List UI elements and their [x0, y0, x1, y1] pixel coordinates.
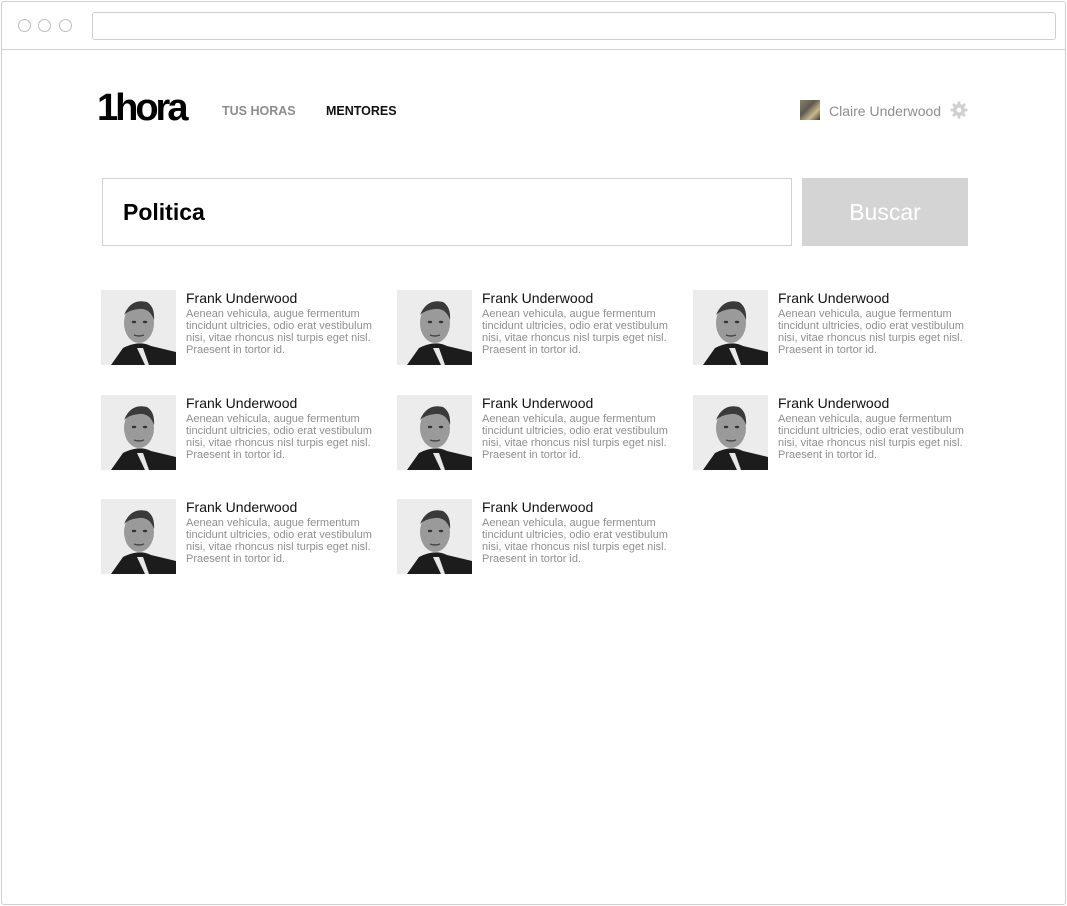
mentor-bio: Aenean vehicula, augue fermentum tincidu…: [778, 413, 964, 461]
mentor-card[interactable]: Frank Underwood Aenean vehicula, augue fe…: [693, 290, 979, 366]
mentor-photo[interactable]: [101, 290, 176, 365]
mentor-bio: Aenean vehicula, augue fermentum tincidu…: [482, 413, 668, 461]
mentor-name[interactable]: Frank Underwood: [186, 395, 297, 411]
mentor-card[interactable]: Frank Underwood Aenean vehicula, augue fe…: [397, 395, 683, 471]
gear-icon[interactable]: [950, 101, 968, 119]
mentor-card[interactable]: Frank Underwood Aenean vehicula, augue fe…: [693, 395, 979, 471]
mentor-card[interactable]: Frank Underwood Aenean vehicula, augue fe…: [101, 499, 387, 575]
browser-chrome: [2, 2, 1065, 50]
mentor-bio: Aenean vehicula, augue fermentum tincidu…: [482, 308, 668, 356]
mentor-photo[interactable]: [101, 395, 176, 470]
mentor-card[interactable]: Frank Underwood Aenean vehicula, augue fe…: [101, 395, 387, 471]
window-close-dot[interactable]: [18, 19, 31, 32]
mentor-name[interactable]: Frank Underwood: [186, 290, 297, 306]
mentor-photo[interactable]: [693, 290, 768, 365]
search-input[interactable]: [102, 178, 792, 246]
mentor-bio: Aenean vehicula, augue fermentum tincidu…: [186, 413, 372, 461]
mentor-bio: Aenean vehicula, augue fermentum tincidu…: [186, 308, 372, 356]
mentor-photo[interactable]: [693, 395, 768, 470]
mentor-photo[interactable]: [397, 290, 472, 365]
window-maximize-dot[interactable]: [59, 19, 72, 32]
mentor-bio: Aenean vehicula, augue fermentum tincidu…: [482, 517, 668, 565]
mentor-card[interactable]: Frank Underwood Aenean vehicula, augue fe…: [397, 499, 683, 575]
mentor-photo[interactable]: [101, 499, 176, 574]
user-avatar[interactable]: [800, 100, 820, 120]
mentor-name[interactable]: Frank Underwood: [482, 499, 593, 515]
mentor-name[interactable]: Frank Underwood: [186, 499, 297, 515]
mentor-name[interactable]: Frank Underwood: [482, 395, 593, 411]
mentor-bio: Aenean vehicula, augue fermentum tincidu…: [778, 308, 964, 356]
app-logo[interactable]: 1hora: [97, 86, 189, 130]
mentor-card[interactable]: Frank Underwood Aenean vehicula, augue fe…: [397, 290, 683, 366]
mentor-name[interactable]: Frank Underwood: [778, 395, 889, 411]
address-bar[interactable]: [92, 12, 1056, 40]
mentor-card[interactable]: Frank Underwood Aenean vehicula, augue fe…: [101, 290, 387, 366]
mentor-name[interactable]: Frank Underwood: [482, 290, 593, 306]
window-minimize-dot[interactable]: [38, 19, 51, 32]
mentor-name[interactable]: Frank Underwood: [778, 290, 889, 306]
mentor-photo[interactable]: [397, 499, 472, 574]
user-name[interactable]: Claire Underwood: [829, 102, 941, 120]
mentor-bio: Aenean vehicula, augue fermentum tincidu…: [186, 517, 372, 565]
nav-mentores[interactable]: MENTORES: [326, 103, 397, 119]
nav-tus-horas[interactable]: TUS HORAS: [222, 103, 296, 119]
search-button[interactable]: Buscar: [802, 178, 968, 246]
mentor-photo[interactable]: [397, 395, 472, 470]
